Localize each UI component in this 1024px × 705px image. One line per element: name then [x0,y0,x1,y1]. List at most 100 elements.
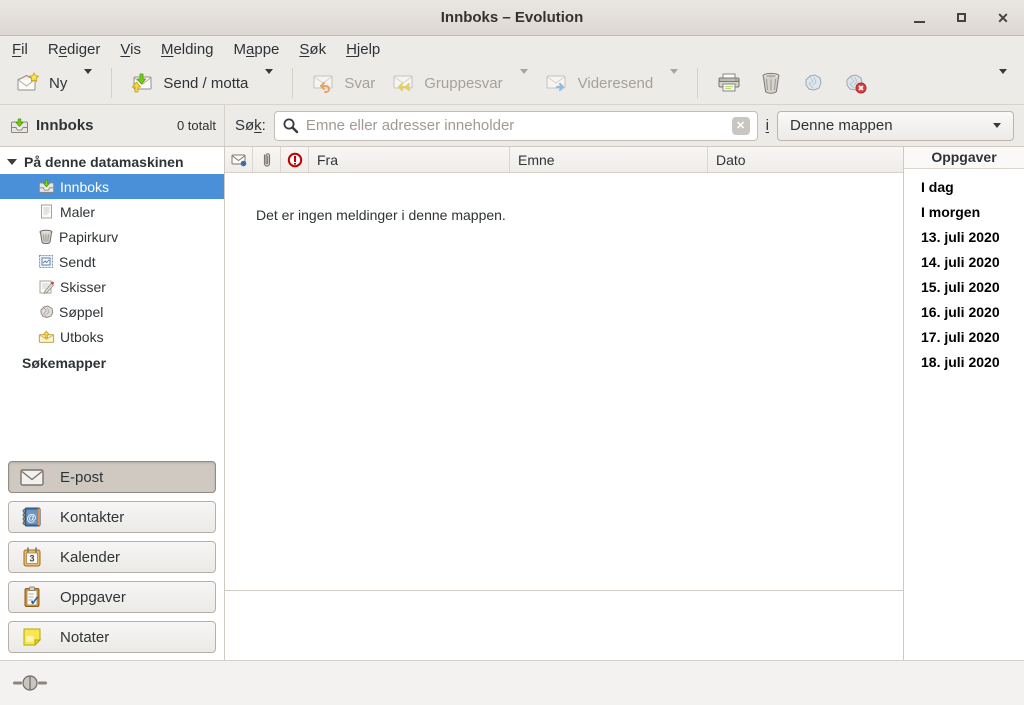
switcher-notes-button[interactable]: Notater [8,621,216,653]
message-list-header: Fra Emne Dato [225,147,903,173]
forward-dropdown[interactable] [661,64,687,102]
message-list-pane: Fra Emne Dato Det er ingen meldinger i d… [225,147,903,660]
chevron-down-icon [999,69,1007,91]
task-group-today[interactable]: I dag [904,175,1024,200]
task-group-date[interactable]: 18. juli 2020 [904,350,1024,375]
menu-hjelp[interactable]: Hjelp [336,39,390,60]
switcher-contacts-button[interactable]: @ Kontakter [8,501,216,533]
menu-sok[interactable]: Søk [289,39,336,60]
trash-icon [38,229,54,244]
task-group-date[interactable]: 17. juli 2020 [904,325,1024,350]
search-area: Søk: ✕ i Denne mappen [225,105,1024,146]
column-from[interactable]: Fra [309,147,510,172]
folder-tree: På denne datamaskinen Innboks [0,147,224,461]
menu-vis[interactable]: Vis [110,39,151,60]
toolbar-separator [292,68,293,98]
new-message-button[interactable]: Ny [8,66,75,100]
search-label: Søk: [235,117,266,134]
folder-row-maler[interactable]: Maler [0,199,224,224]
menubar: Fil Rediger Vis Melding Mappe Søk Hjelp [0,36,1024,62]
folder-row-skisser[interactable]: Skisser [0,274,224,299]
task-pane-title[interactable]: Oppgaver [904,147,1024,169]
main-area: På denne datamaskinen Innboks [0,147,1024,660]
toolbar: Ny Send / motta [0,62,1024,105]
column-subject[interactable]: Emne [510,147,708,172]
chevron-down-icon [670,69,678,91]
calendar-icon: 3 [19,546,45,568]
templates-icon [38,204,55,219]
maximize-button[interactable] [952,9,970,27]
folder-row-papirkurv[interactable]: Papirkurv [0,224,224,249]
search-icon [282,117,299,134]
folder-row-sendt[interactable]: Sendt [0,249,224,274]
junk-button[interactable] [792,65,834,101]
chevron-down-icon [84,69,92,91]
svg-text:@: @ [27,513,37,524]
task-list: I dag I morgen 13. juli 2020 14. juli 20… [904,169,1024,375]
menu-rediger[interactable]: Rediger [38,39,111,60]
not-junk-button[interactable] [834,65,876,101]
minimize-button[interactable] [910,9,928,27]
group-reply-icon [391,72,415,94]
menu-fil[interactable]: Fil [2,39,38,60]
preview-pane [225,590,903,660]
notes-icon [19,627,45,647]
search-entry: ✕ [274,111,758,141]
toolbar-overflow-button[interactable] [990,64,1016,102]
folder-sidebar: På denne datamaskinen Innboks [0,147,225,660]
searchbar: Innboks 0 totalt Søk: ✕ i Denne mappen [0,105,1024,147]
forward-button[interactable]: Videresend [537,66,662,100]
task-group-date[interactable]: 13. juli 2020 [904,225,1024,250]
column-priority[interactable] [281,147,309,172]
evolution-window: Innboks – Evolution ✕ Fil Rediger Vis Me… [0,0,1024,705]
account-row[interactable]: På denne datamaskinen [0,150,224,174]
group-reply-button[interactable]: Gruppesvar [383,66,510,100]
print-button[interactable] [708,65,750,101]
task-group-tomorrow[interactable]: I morgen [904,200,1024,225]
tasks-icon: ✓ [19,586,45,608]
toolbar-separator [697,68,698,98]
switcher-mail-button[interactable]: E-post [8,461,216,493]
message-list-body[interactable]: Det er ingen meldinger i denne mappen. [225,173,903,590]
folder-row-utboks[interactable]: Utboks [0,324,224,349]
sent-icon [38,254,54,269]
reply-button[interactable]: Svar [303,66,383,100]
column-read-status[interactable] [225,147,253,172]
mail-icon [19,469,45,486]
menu-mappe[interactable]: Mappe [224,39,290,60]
svg-text:✓: ✓ [30,593,41,608]
search-folders-row[interactable]: Søkemapper [0,350,224,375]
column-attachment[interactable] [253,147,281,172]
search-scope-combo[interactable]: Denne mappen [777,111,1014,141]
folder-row-soppel[interactable]: Søppel [0,299,224,324]
attachment-icon [261,151,273,169]
task-group-date[interactable]: 16. juli 2020 [904,300,1024,325]
print-icon [716,71,742,95]
search-input[interactable] [306,117,725,134]
chevron-down-icon [520,69,528,91]
task-group-date[interactable]: 14. juli 2020 [904,250,1024,275]
expander-icon[interactable] [7,159,17,165]
switcher-tasks-button[interactable]: ✓ Oppgaver [8,581,216,613]
clear-search-icon[interactable]: ✕ [732,117,750,135]
column-date[interactable]: Dato [708,147,903,172]
statusbar [0,660,1024,705]
forward-icon [545,72,569,94]
read-status-icon [231,153,247,167]
delete-button[interactable] [750,65,792,101]
folder-total-count: 0 totalt [177,118,216,133]
menu-melding[interactable]: Melding [151,39,224,60]
folder-row-innboks[interactable]: Innboks [0,174,224,199]
send-receive-button[interactable]: Send / motta [122,66,256,100]
send-receive-dropdown[interactable] [256,64,282,102]
group-reply-dropdown[interactable] [511,64,537,102]
window-controls: ✕ [910,0,1012,35]
contacts-icon: @ [19,506,45,528]
titlebar: Innboks – Evolution ✕ [0,0,1024,36]
empty-folder-message: Det er ingen meldinger i denne mappen. [256,207,903,223]
new-message-dropdown[interactable] [75,64,101,102]
new-mail-icon [16,72,40,94]
switcher-calendar-button[interactable]: 3 Kalender [8,541,216,573]
task-group-date[interactable]: 15. juli 2020 [904,275,1024,300]
close-button[interactable]: ✕ [994,9,1012,27]
